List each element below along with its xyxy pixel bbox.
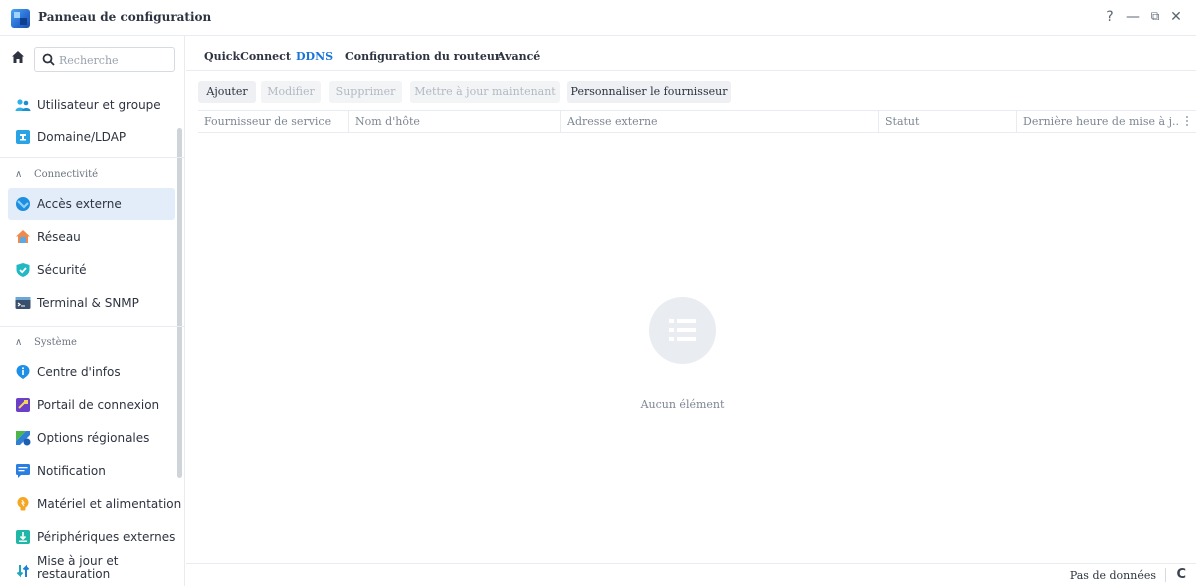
sidebar-item-login-portal[interactable]: Portail de connexion	[8, 389, 175, 421]
sidebar-item-users[interactable]: Utilisateur et groupe	[8, 89, 175, 121]
info-icon	[16, 365, 30, 379]
table-header: Fournisseur de service Nom d'hôte Adress…	[198, 110, 1196, 133]
sidebar-item-label: Centre d'infos	[37, 365, 121, 379]
footer-divider	[1165, 568, 1166, 582]
empty-list-icon	[649, 297, 716, 364]
column-header-hostname[interactable]: Nom d'hôte	[348, 111, 560, 132]
footer-status: Pas de données	[1069, 569, 1156, 582]
login-portal-icon	[16, 398, 30, 412]
sidebar-scrollbar[interactable]	[177, 128, 182, 478]
tab-bar: QuickConnect DDNS Configuration du route…	[186, 36, 1196, 71]
sidebar-item-label: Mise à jour et restauration	[37, 555, 118, 581]
external-access-icon	[16, 197, 30, 211]
update-icon	[16, 564, 30, 578]
users-icon	[15, 99, 31, 111]
add-button[interactable]: Ajouter	[198, 81, 256, 103]
sidebar-item-label-line1: Mise à jour et	[37, 554, 119, 568]
shield-icon	[16, 263, 30, 277]
close-button[interactable]: ✕	[1168, 9, 1184, 25]
sidebar-item-external-devices[interactable]: Périphériques externes	[8, 521, 175, 553]
sidebar-divider	[0, 157, 184, 158]
sidebar-item-regional-options[interactable]: Options régionales	[8, 422, 175, 454]
column-menu-icon[interactable]	[1186, 116, 1188, 128]
sidebar-item-label: Terminal & SNMP	[37, 296, 139, 310]
tab-quickconnect[interactable]: QuickConnect	[204, 50, 291, 63]
delete-button[interactable]: Supprimer	[329, 81, 402, 103]
column-header-status[interactable]: Statut	[878, 111, 1016, 132]
sidebar-item-label: Options régionales	[37, 431, 150, 445]
section-label: Connectivité	[34, 169, 99, 180]
home-icon	[12, 51, 24, 63]
terminal-icon	[15, 297, 31, 309]
window-title: Panneau de configuration	[38, 10, 212, 24]
empty-state-text: Aucun élément	[640, 398, 725, 411]
help-button[interactable]: ?	[1102, 9, 1118, 25]
sidebar-section-connectivite[interactable]: ∧ Connectivité	[8, 164, 175, 188]
search-input[interactable]	[59, 51, 169, 69]
sidebar-item-label: Utilisateur et groupe	[37, 98, 161, 112]
hardware-icon	[17, 497, 29, 511]
title-bar: Panneau de configuration ? — ⧉ ✕	[0, 0, 1196, 36]
column-header-external-address[interactable]: Adresse externe	[560, 111, 878, 132]
sidebar-item-terminal-snmp[interactable]: Terminal & SNMP	[8, 287, 175, 319]
sidebar-item-label: Matériel et alimentation	[37, 497, 182, 511]
search-icon	[42, 53, 55, 66]
sidebar-item-label: Domaine/LDAP	[37, 130, 127, 144]
footer-bar: Pas de données C	[186, 563, 1196, 586]
sidebar-item-info-center[interactable]: Centre d'infos	[8, 356, 175, 388]
sidebar-item-label: Notification	[37, 464, 106, 478]
sidebar-item-network[interactable]: Réseau	[8, 221, 175, 253]
tab-router-configuration[interactable]: Configuration du routeur	[345, 50, 501, 63]
sidebar-item-update-restore[interactable]: Mise à jour et restauration	[8, 554, 175, 586]
tab-ddns[interactable]: DDNS	[296, 50, 333, 63]
toolbar: Ajouter Modifier Supprimer Mettre à jour…	[186, 71, 1196, 109]
sidebar: Utilisateur et groupe Domaine/LDAP ∧ Con…	[0, 36, 185, 586]
sidebar-item-label: Périphériques externes	[37, 530, 176, 544]
domain-icon	[16, 130, 30, 144]
notification-icon	[16, 464, 30, 478]
refresh-icon[interactable]: C	[1176, 567, 1186, 582]
minimize-button[interactable]: —	[1125, 9, 1141, 25]
sidebar-section-systeme[interactable]: ∧ Système	[8, 332, 175, 356]
sidebar-item-hardware-power[interactable]: Matériel et alimentation	[8, 488, 181, 520]
sidebar-item-external-access[interactable]: Accès externe	[8, 188, 175, 220]
sidebar-divider	[0, 326, 184, 327]
column-header-provider[interactable]: Fournisseur de service	[198, 111, 348, 132]
column-header-last-update[interactable]: Dernière heure de mise à j...	[1016, 111, 1178, 132]
customize-provider-button[interactable]: Personnaliser le fournisseur	[567, 81, 731, 103]
sidebar-item-security[interactable]: Sécurité	[8, 254, 175, 286]
sidebar-item-label: Réseau	[37, 230, 81, 244]
regional-icon	[16, 431, 31, 446]
external-devices-icon	[16, 530, 30, 544]
chevron-up-icon: ∧	[15, 169, 23, 180]
sidebar-item-label: Accès externe	[37, 197, 122, 211]
sidebar-item-label: Portail de connexion	[37, 398, 160, 412]
sidebar-item-notification[interactable]: Notification	[8, 455, 175, 487]
search-field[interactable]	[34, 47, 175, 72]
control-panel-app-icon	[11, 9, 30, 28]
network-icon	[16, 230, 30, 243]
update-now-button[interactable]: Mettre à jour maintenant	[410, 81, 560, 103]
sidebar-item-label: Sécurité	[37, 263, 87, 277]
sidebar-item-label-line2: restauration	[37, 567, 111, 581]
edit-button[interactable]: Modifier	[261, 81, 321, 103]
home-button[interactable]	[8, 47, 28, 67]
restore-button[interactable]: ⧉	[1147, 9, 1163, 24]
sidebar-item-domain-ldap[interactable]: Domaine/LDAP	[8, 121, 175, 153]
section-label: Système	[34, 337, 77, 348]
tab-advanced[interactable]: Avancé	[497, 50, 540, 63]
chevron-up-icon: ∧	[15, 337, 23, 348]
